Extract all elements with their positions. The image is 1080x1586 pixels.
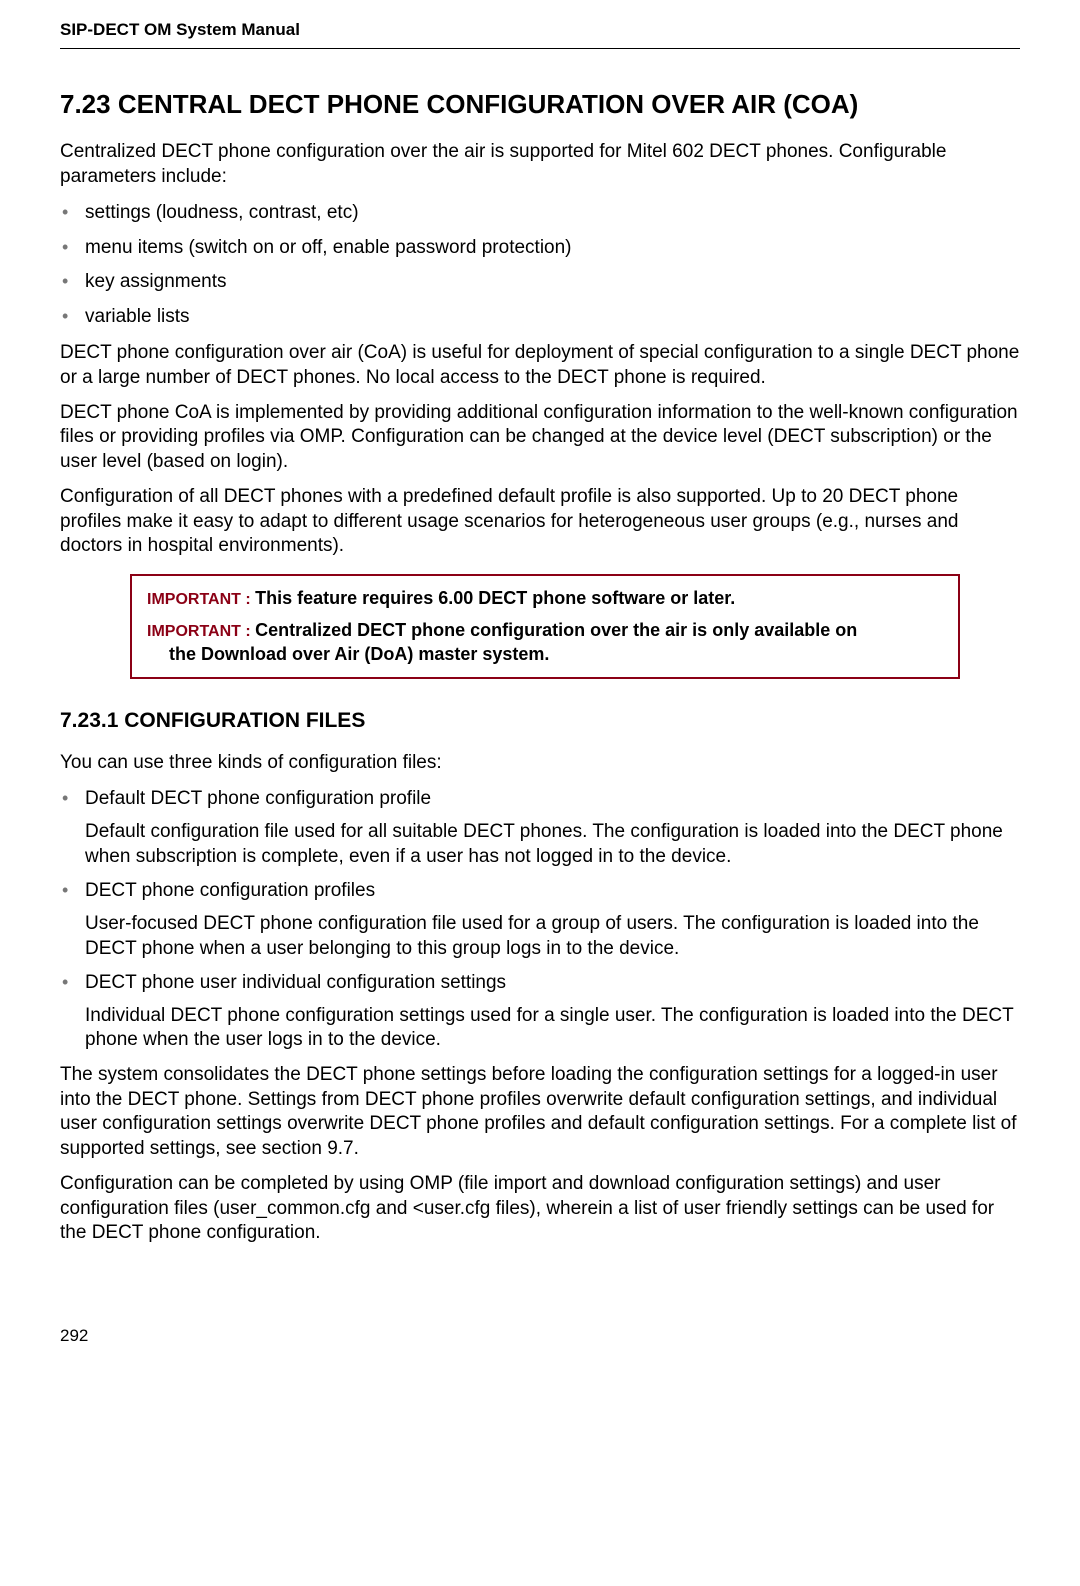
subsection-intro: You can use three kinds of configuration…	[60, 751, 1020, 776]
bullet-item: DECT phone configuration profiles User-f…	[60, 877, 1020, 961]
important-box: IMPORTANT : This feature requires 6.00 D…	[130, 574, 960, 679]
body-paragraph: DECT phone CoA is implemented by providi…	[60, 401, 1020, 475]
config-file-bullets: Default DECT phone configuration profile…	[60, 785, 1020, 1053]
header-rule	[60, 48, 1020, 49]
section-heading: 7.23 CENTRAL DECT PHONE CONFIGURATION OV…	[60, 89, 1020, 120]
important-text: This feature requires 6.00 DECT phone so…	[255, 588, 735, 608]
important-row: IMPORTANT : Centralized DECT phone confi…	[147, 618, 943, 667]
important-label: IMPORTANT :	[147, 623, 255, 640]
body-paragraph: DECT phone configuration over air (CoA) …	[60, 341, 1020, 390]
bullet-item: Default DECT phone configuration profile…	[60, 785, 1020, 869]
section-intro: Centralized DECT phone configuration ove…	[60, 140, 1020, 189]
bullet-item: DECT phone user individual configuration…	[60, 969, 1020, 1053]
item-title: DECT phone user individual configuration…	[85, 972, 506, 993]
bullet-item: key assignments	[60, 268, 1020, 297]
bullet-item: menu items (switch on or off, enable pas…	[60, 234, 1020, 263]
item-desc: Default configuration file used for all …	[85, 820, 1020, 869]
important-text-continuation: the Download over Air (DoA) master syste…	[169, 642, 943, 666]
item-title: Default DECT phone configuration profile	[85, 788, 431, 809]
manual-title: SIP-DECT OM System Manual	[60, 20, 1020, 40]
important-label: IMPORTANT :	[147, 591, 255, 608]
body-paragraph: The system consolidates the DECT phone s…	[60, 1063, 1020, 1162]
important-row: IMPORTANT : This feature requires 6.00 D…	[147, 586, 943, 610]
important-text: Centralized DECT phone configuration ove…	[255, 620, 857, 640]
bullet-item: variable lists	[60, 303, 1020, 332]
item-title: DECT phone configuration profiles	[85, 880, 375, 901]
item-desc: User-focused DECT phone configuration fi…	[85, 912, 1020, 961]
page-number: 292	[60, 1326, 1020, 1346]
body-paragraph: Configuration of all DECT phones with a …	[60, 485, 1020, 559]
item-desc: Individual DECT phone configuration sett…	[85, 1004, 1020, 1053]
param-bullets: settings (loudness, contrast, etc) menu …	[60, 199, 1020, 331]
subsection-heading: 7.23.1 CONFIGURATION FILES	[60, 709, 1020, 733]
bullet-item: settings (loudness, contrast, etc)	[60, 199, 1020, 228]
body-paragraph: Configuration can be completed by using …	[60, 1172, 1020, 1246]
